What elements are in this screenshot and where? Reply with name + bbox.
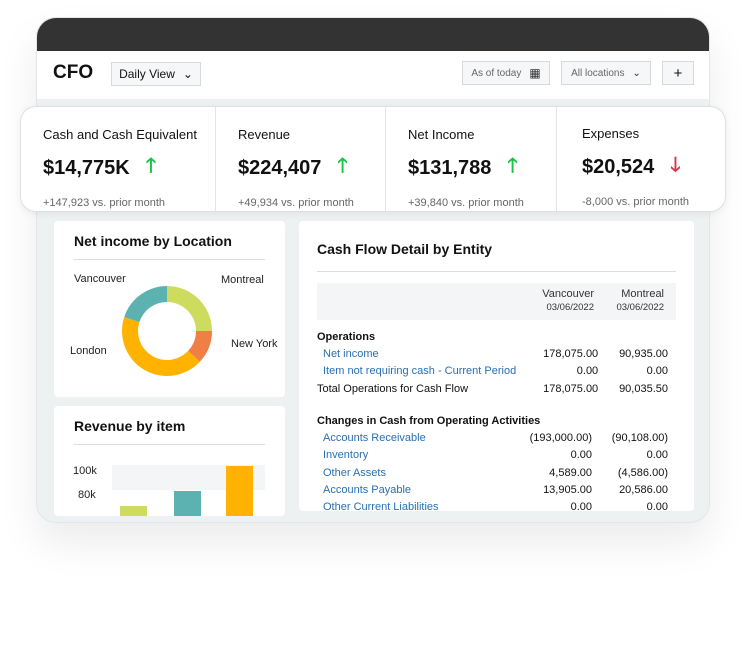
vancouver-value: 0.00 bbox=[570, 501, 592, 511]
cash-flow-table: Operations Net income 178,075.00 90,935.00 I… bbox=[317, 328, 676, 511]
view-dropdown[interactable]: Daily View ⌄ bbox=[111, 62, 201, 86]
table-row: Inventory 0.00 0.00 bbox=[317, 447, 676, 464]
vancouver-value: 0.00 bbox=[576, 365, 599, 378]
arrow-up-icon: 🡑 bbox=[145, 155, 157, 177]
montreal-value: 0.00 bbox=[646, 365, 668, 378]
label-montreal: Montreal bbox=[221, 274, 264, 286]
kpi-label: Cash and Cash Equivalent bbox=[43, 127, 197, 142]
kpi-label: Revenue bbox=[238, 127, 291, 142]
cash-flow-panel: Cash Flow Detail by Entity Vancouver 03/0… bbox=[299, 221, 694, 511]
table-row: Accounts Payable 13,905.00 20,586.00 bbox=[317, 481, 676, 498]
bar-1[interactable] bbox=[120, 505, 147, 516]
row-label[interactable]: Other Current Liabilities bbox=[317, 499, 502, 511]
col-date: 03/06/2022 bbox=[616, 302, 664, 313]
kpi-value: $14,775K bbox=[43, 156, 130, 179]
location-filter-label: All locations bbox=[571, 67, 625, 79]
vancouver-value: 4,589.00 bbox=[549, 466, 592, 479]
table-row: Other Assets 4,589.00 (4,586.00) bbox=[317, 464, 676, 481]
kpi-change: +147,923 vs. prior month bbox=[43, 197, 165, 209]
cf-section: Changes in Cash from Operating Activitie… bbox=[317, 412, 676, 511]
slice-montreal[interactable] bbox=[167, 286, 212, 331]
bar-2[interactable] bbox=[174, 491, 201, 516]
kpi-net-income[interactable]: Net Income $131,788 🡑 +39,840 vs. prior m… bbox=[386, 107, 557, 211]
row-label[interactable]: Accounts Receivable bbox=[317, 429, 502, 446]
divider bbox=[74, 444, 265, 445]
date-filter-label: As of today bbox=[471, 67, 522, 79]
app-title: CFO bbox=[53, 62, 94, 83]
table-header: Vancouver 03/06/2022 Montreal 03/06/2022 bbox=[317, 283, 676, 320]
bar-3[interactable] bbox=[226, 466, 253, 516]
row-label[interactable]: Inventory bbox=[317, 447, 502, 464]
label-new-york: New York bbox=[231, 338, 278, 350]
revenue-title: Revenue by item bbox=[74, 418, 186, 434]
montreal-value: 20,586.00 bbox=[619, 484, 668, 497]
table-row: Other Current Liabilities 0.00 0.00 bbox=[317, 499, 676, 511]
table-row: Accounts Receivable (193,000.00) (90,108.0… bbox=[317, 429, 676, 446]
montreal-value: (4,586.00) bbox=[617, 466, 668, 479]
kpi-label: Net Income bbox=[408, 127, 475, 142]
kpi-change: +49,934 vs. prior month bbox=[238, 197, 354, 209]
cash-flow-title: Cash Flow Detail by Entity bbox=[317, 241, 493, 257]
net-income-panel: Net income by Location Vancouver Montrea… bbox=[54, 221, 285, 397]
table-row: Item not requiring cash - Current Period… bbox=[317, 363, 676, 380]
kpi-value: $20,524 bbox=[582, 155, 655, 178]
vancouver-value: 13,905.00 bbox=[543, 484, 592, 497]
top-bar bbox=[37, 18, 709, 51]
kpi-revenue[interactable]: Revenue $224,407 🡑 +49,934 vs. prior mont… bbox=[216, 107, 386, 211]
divider bbox=[317, 271, 676, 272]
col-vancouver: Vancouver 03/06/2022 bbox=[542, 288, 594, 313]
montreal-value: 90,935.00 bbox=[619, 347, 668, 360]
chevron-down-icon: ⌄ bbox=[182, 67, 193, 81]
kpi-label: Expenses bbox=[582, 126, 640, 141]
vancouver-value: 178,075.00 bbox=[543, 382, 599, 395]
kpi-change: +39,840 vs. prior month bbox=[408, 197, 524, 209]
location-filter[interactable]: All locations ⌄ bbox=[561, 61, 651, 85]
kpi-cash[interactable]: Cash and Cash Equivalent $14,775K 🡑 +147,… bbox=[21, 107, 216, 211]
montreal-value: 0.00 bbox=[646, 501, 668, 511]
arrow-up-icon: 🡑 bbox=[507, 155, 518, 177]
slice-vancouver[interactable] bbox=[124, 286, 167, 323]
cf-section: Operations Net income 178,075.00 90,935.00 I… bbox=[317, 328, 676, 397]
montreal-value: 90,035.50 bbox=[619, 382, 668, 395]
montreal-value: 0.00 bbox=[646, 449, 668, 462]
col-date: 03/06/2022 bbox=[546, 302, 594, 313]
kpi-value: $224,407 bbox=[238, 156, 322, 179]
row-label[interactable]: Item not requiring cash - Current Period bbox=[317, 363, 516, 380]
label-london: London bbox=[70, 345, 107, 357]
arrow-up-icon: 🡑 bbox=[337, 155, 348, 177]
add-button[interactable]: + bbox=[662, 61, 694, 85]
col-name: Vancouver bbox=[542, 288, 594, 300]
section-heading: Operations bbox=[317, 330, 376, 343]
vancouver-value: 0.00 bbox=[570, 449, 592, 462]
table-row: Net income 178,075.00 90,935.00 bbox=[317, 345, 676, 362]
kpi-expenses[interactable]: Expenses $20,524 🡓 -8,000 vs. prior month bbox=[557, 107, 725, 211]
vancouver-value: 178,075.00 bbox=[543, 347, 599, 360]
col-montreal: Montreal 03/06/2022 bbox=[616, 288, 664, 313]
row-label[interactable]: Net income bbox=[317, 345, 516, 362]
kpi-change: -8,000 vs. prior month bbox=[582, 196, 689, 208]
donut-chart bbox=[121, 286, 212, 377]
tick-100k: 100k bbox=[73, 465, 97, 477]
row-label: Total Operations for Cash Flow bbox=[317, 382, 469, 395]
row-label[interactable]: Other Assets bbox=[317, 464, 502, 481]
date-filter[interactable]: As of today ▦ bbox=[462, 61, 550, 85]
revenue-panel: Revenue by item 100k 80k bbox=[54, 406, 285, 516]
kpi-strip: Cash and Cash Equivalent $14,775K 🡑 +147,… bbox=[20, 106, 726, 212]
view-label: Daily View bbox=[119, 67, 175, 81]
dashboard-window: CFO Daily View ⌄ As of today ▦ All locatio… bbox=[36, 17, 710, 523]
header: CFO Daily View ⌄ As of today ▦ All locatio… bbox=[37, 51, 709, 99]
arrow-down-icon: 🡓 bbox=[670, 154, 681, 176]
slice-london[interactable] bbox=[121, 317, 200, 377]
tick-80k: 80k bbox=[78, 489, 96, 501]
col-name: Montreal bbox=[621, 288, 664, 300]
row-label[interactable]: Accounts Payable bbox=[317, 481, 502, 498]
kpi-value: $131,788 bbox=[408, 156, 492, 179]
montreal-value: (90,108.00) bbox=[611, 432, 668, 445]
calendar-icon: ▦ bbox=[529, 66, 541, 80]
chevron-down-icon: ⌄ bbox=[632, 67, 641, 79]
vancouver-value: (193,000.00) bbox=[529, 432, 592, 445]
section-heading: Changes in Cash from Operating Activitie… bbox=[317, 414, 541, 427]
table-row: Total Operations for Cash Flow 178,075.00… bbox=[317, 380, 676, 397]
label-vancouver: Vancouver bbox=[74, 273, 126, 285]
